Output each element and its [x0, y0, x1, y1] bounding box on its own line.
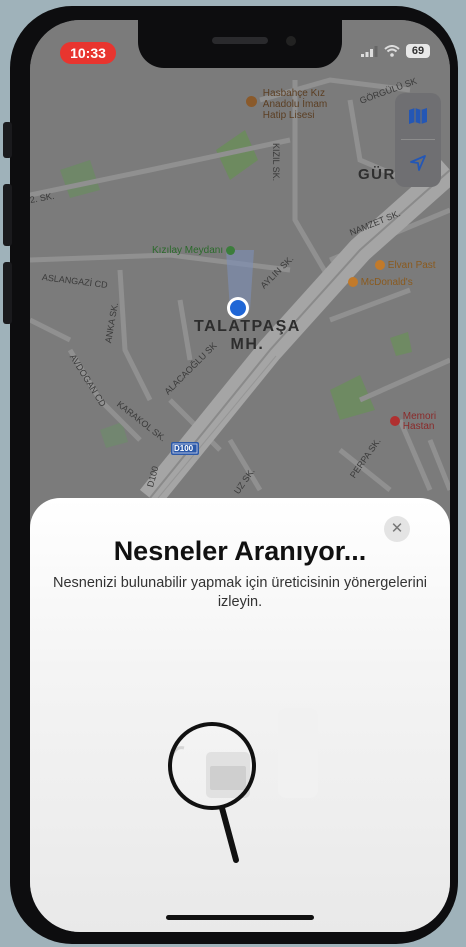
school-icon	[246, 96, 257, 107]
road-label: KIZIL SK.	[271, 143, 281, 182]
volume-down-button	[3, 262, 12, 324]
sheet-subtitle: Nesnenizi bulunabilir yapmak için üretic…	[53, 575, 427, 610]
faded-device-shape	[278, 708, 318, 798]
poi-hospital[interactable]: Memori Hastan	[390, 412, 436, 432]
map-controls	[395, 93, 441, 187]
poi-shop[interactable]: Elvan Past	[375, 260, 436, 271]
poi-restaurant[interactable]: McDonald's	[348, 277, 413, 288]
home-indicator[interactable]	[166, 915, 314, 920]
speaker	[212, 37, 268, 44]
park-icon	[225, 245, 235, 255]
hospital-icon	[390, 416, 400, 426]
shop-icon	[375, 260, 385, 271]
highway-label: D100	[174, 444, 194, 453]
magnifier-search-icon	[168, 708, 318, 863]
map-mode-button[interactable]	[395, 93, 441, 139]
screen: TALATPAŞA MH. GÜRS Hasbahçe Kız Anadolu …	[30, 20, 450, 932]
search-items-sheet: ✕ Nesneler Aranıyor... Nesnenizi bulunab…	[30, 498, 450, 932]
silent-switch	[3, 122, 12, 158]
notch	[138, 20, 342, 68]
poi-school-label: Hasbahçe Kız Anadolu İmam Hatip Lisesi	[262, 88, 328, 121]
status-time[interactable]: 10:33	[60, 42, 116, 64]
current-location-dot	[230, 300, 246, 316]
restaurant-icon	[348, 277, 358, 288]
sheet-title: Nesneler Aranıyor...	[113, 536, 367, 566]
poi-school[interactable]: Hasbahçe Kız Anadolu İmam Hatip Lisesi	[246, 88, 327, 121]
poi-square[interactable]: Kızılay Meydanı	[152, 245, 235, 256]
volume-up-button	[3, 184, 12, 246]
front-camera	[286, 36, 296, 46]
close-icon: ✕	[390, 520, 404, 537]
poi-square-label: Kızılay Meydanı	[152, 245, 224, 256]
status-right: 69	[361, 44, 430, 58]
battery-level: 69	[406, 44, 430, 58]
location-arrow-icon	[410, 155, 426, 171]
wifi-icon	[384, 45, 400, 57]
area-name-line1: TALATPAŞA	[194, 318, 301, 335]
poi-restaurant-label: McDonald's	[360, 277, 413, 288]
track-location-button[interactable]	[395, 140, 441, 186]
poi-shop-label: Elvan Past	[387, 260, 436, 271]
map-icon	[409, 108, 427, 124]
poi-hospital-label: Memori Hastan	[402, 411, 437, 432]
cellular-signal-icon	[361, 45, 378, 57]
